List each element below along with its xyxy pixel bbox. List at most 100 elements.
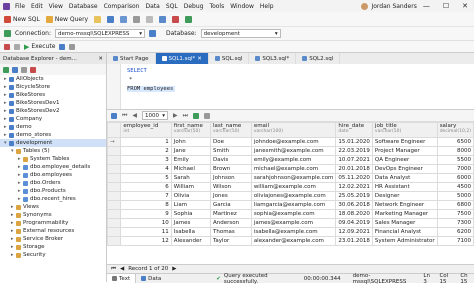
table-cell[interactable]: 15.01.2020 [335, 137, 373, 147]
table-row[interactable]: 6 William Wilson william@example.com 12.02.2… [107, 182, 474, 192]
table-cell[interactable]: 09.04.2019 [335, 218, 373, 228]
table-row[interactable]: 11 Isabella Thomas isabella@example.com 12.0… [107, 227, 474, 237]
table-cell[interactable]: alexander@example.com [250, 236, 337, 246]
new-sql-button[interactable]: New SQL [4, 15, 40, 23]
tree-item[interactable]: ▸ demo_stores [0, 131, 106, 139]
menu-item-help[interactable]: Help [260, 3, 274, 10]
table-cell[interactable]: Brown [209, 164, 252, 174]
table-cell[interactable]: 12.09.2021 [335, 227, 373, 237]
tree-item[interactable]: ▸ BikeStoresDev1 [0, 99, 106, 107]
table-cell[interactable]: johndoe@example.com [250, 137, 337, 147]
tree-item[interactable]: ▸ dbo.employees [0, 171, 106, 179]
database-select[interactable]: development ▾ [200, 29, 281, 38]
format-icon[interactable] [59, 43, 66, 50]
table-cell[interactable]: 10 [120, 218, 172, 228]
connect-icon[interactable] [4, 30, 11, 37]
table-cell[interactable]: Software Engineer [371, 137, 438, 147]
connection-select[interactable]: demo-mssql\SQLEXPRESS ▾ [54, 29, 145, 38]
save-all-icon[interactable] [120, 15, 128, 23]
tree-item[interactable]: ▸ External resources [0, 227, 106, 235]
table-row[interactable]: 12 Alexander Taylor alexander@example.com 23… [107, 236, 474, 246]
table-cell[interactable]: Taylor [209, 236, 252, 246]
table-cell[interactable]: Johnson [209, 173, 252, 183]
table-cell[interactable]: DevOps Engineer [371, 164, 438, 174]
table-cell[interactable]: 25.05.2019 [335, 191, 373, 201]
table-cell[interactable]: Garcia [209, 200, 252, 210]
table-cell[interactable]: 5500 [436, 155, 474, 165]
table-cell[interactable]: 7100 [436, 236, 474, 246]
tree-item[interactable]: ▸ BikeStoresDev2 [0, 107, 106, 115]
menu-item-tools[interactable]: Tools [209, 3, 224, 10]
minimize-icon[interactable]: — [423, 2, 430, 10]
menu-item-file[interactable]: File [15, 3, 25, 10]
table-cell[interactable]: System Administrator [371, 236, 438, 246]
table-cell[interactable]: 12 [120, 236, 172, 246]
table-cell[interactable]: liamgarcia@example.com [250, 200, 337, 210]
table-cell[interactable]: 9 [120, 209, 172, 219]
table-cell[interactable]: 5 [120, 173, 172, 183]
table-cell[interactable]: Sales Manager [371, 218, 438, 228]
compare-icon[interactable] [172, 15, 180, 23]
menu-item-data[interactable]: Data [146, 3, 160, 10]
table-cell[interactable]: 6500 [436, 137, 474, 147]
save-icon[interactable] [107, 15, 115, 23]
table-cell[interactable]: 30.06.2018 [335, 200, 373, 210]
table-cell[interactable]: 05.11.2020 [335, 173, 373, 183]
table-cell[interactable]: HR Assistant [371, 182, 438, 192]
first-page-icon[interactable]: ⏮ [122, 112, 127, 120]
table-row[interactable]: 4 Michael Brown michael@example.com 20.01.20… [107, 164, 474, 174]
open-icon[interactable] [94, 15, 102, 23]
column-header[interactable]: job_title varchar(50) [371, 122, 438, 138]
page-size-select[interactable]: 1000 ▾ [142, 111, 169, 120]
menu-item-edit[interactable]: Edit [31, 3, 43, 10]
column-header[interactable]: first_name varchar(50) [170, 122, 211, 138]
redo-icon[interactable] [146, 15, 154, 23]
grid-next-icon[interactable]: ▶ [172, 266, 176, 272]
tree-item[interactable]: ▾ development [0, 139, 106, 147]
table-cell[interactable]: QA Engineer [371, 155, 438, 165]
tree-item[interactable]: ▸ dbo.recent_hires [0, 195, 106, 203]
execute-button[interactable]: ▶ Execute [24, 43, 55, 51]
tree-item[interactable]: ▸ demo [0, 123, 106, 131]
column-header[interactable]: hire_date date [335, 122, 373, 138]
tree-item[interactable]: ▸ AllObjects [0, 75, 106, 83]
next-page-icon[interactable]: ▶ [173, 112, 178, 119]
table-cell[interactable]: Marketing Manager [371, 209, 438, 219]
table-cell[interactable]: 20.01.2018 [335, 164, 373, 174]
close-icon[interactable]: ✕ [462, 2, 468, 10]
table-cell[interactable]: James [170, 218, 211, 228]
table-cell[interactable]: 3 [120, 155, 172, 165]
table-cell[interactable]: 5000 [436, 191, 474, 201]
tab-sql2-sql[interactable]: SQL2.sql [296, 53, 341, 64]
grid-first-icon[interactable]: ⏮ [111, 266, 116, 273]
tree-item[interactable]: ▸ Service Broker [0, 235, 106, 243]
table-row[interactable]: 9 Sophia Martinez sophia@example.com 18.08.2… [107, 209, 474, 219]
tree-item[interactable]: ▸ BikeStores [0, 91, 106, 99]
table-cell[interactable]: 7000 [436, 164, 474, 174]
tree-item[interactable]: ▾ Tables (5) [0, 147, 106, 155]
tree-item[interactable]: ▸ Programmability [0, 219, 106, 227]
sql-editor[interactable]: SELECT * FROM employees [107, 64, 474, 110]
table-cell[interactable]: Michael [170, 164, 211, 174]
last-page-icon[interactable]: ⏭ [183, 112, 188, 120]
table-cell[interactable]: Project Manager [371, 146, 438, 156]
table-cell[interactable]: Martinez [209, 209, 252, 219]
table-cell[interactable]: Sophia [170, 209, 211, 219]
table-row[interactable]: 2 Jane Smith janesmith@example.com 22.03.201… [107, 146, 474, 156]
comment-icon[interactable] [69, 43, 76, 50]
refresh-data-icon[interactable] [193, 112, 200, 119]
table-cell[interactable]: 11 [120, 227, 172, 237]
table-cell[interactable]: 8 [120, 200, 172, 210]
table-cell[interactable]: Isabella [170, 227, 211, 237]
new-query-button[interactable]: New Query [45, 15, 88, 23]
table-cell[interactable]: james@example.com [250, 218, 337, 228]
table-row[interactable]: 7 Olivia Jones oliviajones@example.com 25.05… [107, 191, 474, 201]
maximize-icon[interactable]: ☐ [443, 2, 449, 10]
table-cell[interactable]: sophia@example.com [250, 209, 337, 219]
prev-page-icon[interactable]: ◀ [132, 112, 137, 119]
grid-icon[interactable] [111, 112, 117, 119]
column-header[interactable]: employee_id int [120, 122, 172, 138]
table-cell[interactable]: 12.02.2021 [335, 182, 373, 192]
tree-item[interactable]: ▸ dbo.Orders [0, 179, 106, 187]
table-cell[interactable]: Alexander [170, 236, 211, 246]
